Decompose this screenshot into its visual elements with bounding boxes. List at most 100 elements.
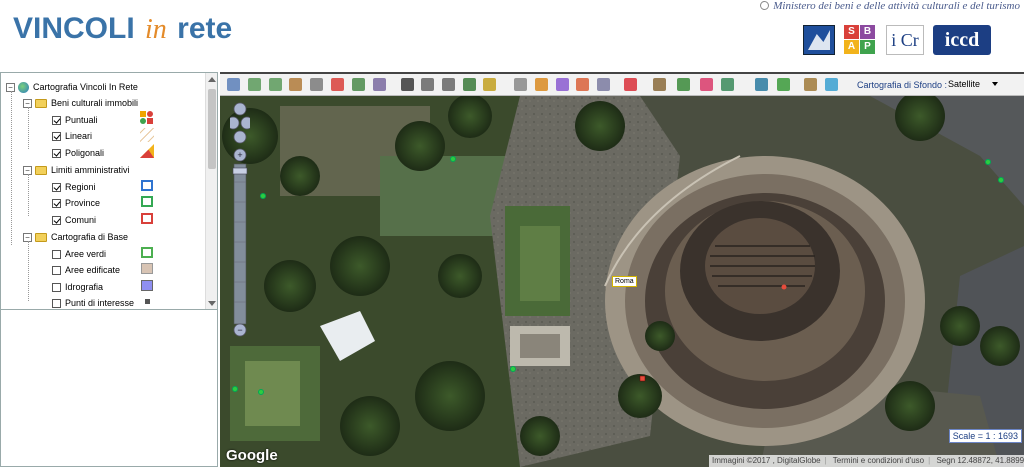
globe-icon xyxy=(18,81,29,93)
google-logo[interactable]: Google xyxy=(226,447,278,464)
zoom-window-icon[interactable] xyxy=(289,78,302,91)
folder-icon xyxy=(35,98,47,108)
layer-label: Aree verdi xyxy=(65,249,107,259)
layer-item-regioni[interactable]: Regioni xyxy=(52,179,96,195)
mibac-logo[interactable] xyxy=(803,25,835,55)
cloud-icon[interactable] xyxy=(804,78,817,91)
imagery-attribution: Immagini ©2017 , DigitalGlobe xyxy=(712,456,821,465)
aree-verdi-symbol-icon xyxy=(141,247,153,258)
coords-readout: Segn 12.48872, 41.88996 xyxy=(936,456,1024,465)
layer-item-province[interactable]: Province xyxy=(52,195,100,211)
layer-item-poligonali[interactable]: Poligonali xyxy=(52,145,104,161)
layer-checkbox[interactable] xyxy=(52,249,61,259)
folder-icon xyxy=(35,232,47,242)
layer-checkbox[interactable] xyxy=(52,282,61,292)
emblem-icon xyxy=(760,1,770,10)
zoom-extent-icon[interactable] xyxy=(227,78,240,91)
ministry-title: Ministero dei beni e delle attività cult… xyxy=(760,0,1020,12)
globe-icon[interactable] xyxy=(755,78,768,91)
layer-tree: − Cartografia Vincoli In Rete − Beni cul… xyxy=(1,73,217,310)
zoom-control[interactable]: + − xyxy=(230,102,250,342)
tree-root[interactable]: − Cartografia Vincoli In Rete xyxy=(6,79,138,95)
pin-icon[interactable] xyxy=(331,78,344,91)
layer-item-lineari[interactable]: Lineari xyxy=(52,128,92,144)
sbap-logo[interactable]: S B A P xyxy=(844,25,876,55)
svg-text:+: + xyxy=(237,150,242,160)
select-point-icon[interactable] xyxy=(514,78,527,91)
export-icon[interactable] xyxy=(700,78,713,91)
tree-group-label: Limiti amministrativi xyxy=(51,165,130,175)
select-area-icon[interactable] xyxy=(535,78,548,91)
info4-icon[interactable] xyxy=(483,78,496,91)
sbap-letter-p: P xyxy=(860,40,875,54)
tree-group-beni[interactable]: − Beni culturali immobili xyxy=(23,95,138,111)
layer-checkbox[interactable] xyxy=(52,148,61,158)
tree-group-label: Beni culturali immobili xyxy=(51,98,139,108)
ruler-icon[interactable] xyxy=(401,78,414,91)
layer-checkbox[interactable] xyxy=(52,215,61,225)
layer-checkbox[interactable] xyxy=(52,182,61,192)
zoom-in-icon[interactable] xyxy=(248,78,261,91)
terms-link[interactable]: Termini e condizioni d'uso xyxy=(833,456,924,465)
tree-scrollbar[interactable] xyxy=(205,73,217,309)
layer-item-aree-verdi[interactable]: Aree verdi xyxy=(52,246,106,262)
select-circle-icon[interactable] xyxy=(556,78,569,91)
polygons-symbol-icon xyxy=(140,144,154,158)
info-panel xyxy=(1,311,217,466)
scroll-up-icon[interactable] xyxy=(208,77,216,82)
user-add-icon[interactable] xyxy=(653,78,666,91)
layer-label: Punti di interesse xyxy=(65,298,135,308)
tree-connector xyxy=(28,241,29,301)
logo-in: in xyxy=(145,14,167,45)
icr-logo[interactable]: i Cr xyxy=(886,25,924,55)
layer-item-comuni[interactable]: Comuni xyxy=(52,212,96,228)
print-icon[interactable] xyxy=(624,78,637,91)
iccd-logo[interactable]: iccd xyxy=(933,25,991,55)
refresh-icon[interactable] xyxy=(825,78,838,91)
idrografia-symbol-icon xyxy=(141,280,153,291)
layer-checkbox[interactable] xyxy=(52,265,61,275)
clear-icon[interactable] xyxy=(597,78,610,91)
select-polygon-icon[interactable] xyxy=(576,78,589,91)
layer-label: Aree edificate xyxy=(65,265,121,275)
background-select[interactable]: Satellite xyxy=(948,79,999,89)
info3-icon[interactable] xyxy=(463,78,476,91)
folder-icon xyxy=(35,165,47,175)
person-icon[interactable] xyxy=(777,78,790,91)
punti-interesse-symbol-icon xyxy=(145,299,150,304)
tree-group-limiti[interactable]: − Limiti amministrativi xyxy=(23,162,130,178)
measure-icon[interactable] xyxy=(352,78,365,91)
background-label: Cartografia di Sfondo : xyxy=(857,80,948,90)
db-icon[interactable] xyxy=(677,78,690,91)
layer-item-punti-interesse[interactable]: Punti di interesse xyxy=(52,295,135,309)
aree-edificate-symbol-icon xyxy=(141,263,153,274)
layer-item-idrografia[interactable]: Idrografia xyxy=(52,279,103,295)
layer-label: Province xyxy=(65,198,101,208)
tree-connector xyxy=(28,174,29,216)
scroll-down-icon[interactable] xyxy=(208,301,216,306)
layers-icon[interactable] xyxy=(373,78,386,91)
layer-item-aree-edificate[interactable]: Aree edificate xyxy=(52,262,120,278)
layer-label: Lineari xyxy=(65,131,93,141)
scroll-thumb[interactable] xyxy=(208,89,216,169)
regioni-symbol-icon xyxy=(141,180,153,191)
pan-icon[interactable] xyxy=(310,78,323,91)
attribution-bar: Immagini ©2017 , DigitalGlobe | Termini e… xyxy=(709,455,1024,467)
tree-group-cartografia[interactable]: − Cartografia di Base xyxy=(23,229,128,245)
layer-checkbox[interactable] xyxy=(52,115,61,125)
info-icon[interactable] xyxy=(421,78,434,91)
layer-checkbox[interactable] xyxy=(52,298,61,308)
sbap-letter-a: A xyxy=(844,40,859,54)
zoom-out-icon[interactable] xyxy=(269,78,282,91)
info2-icon[interactable] xyxy=(442,78,455,91)
layer-item-puntuali[interactable]: Puntuali xyxy=(52,112,98,128)
scale-readout: Scale = 1 : 1693 xyxy=(948,429,1022,443)
layer-checkbox[interactable] xyxy=(52,198,61,208)
layer-checkbox[interactable] xyxy=(52,131,61,141)
left-panel: − Cartografia Vincoli In Rete − Beni cul… xyxy=(0,72,218,467)
comuni-symbol-icon xyxy=(141,213,153,224)
export2-icon[interactable] xyxy=(721,78,734,91)
place-label: Roma xyxy=(612,276,637,287)
map-viewer[interactable]: Cartografia di Sfondo : Satellite + − Ro… xyxy=(220,72,1024,467)
app-logo[interactable]: VINCOLI in rete xyxy=(13,12,232,46)
